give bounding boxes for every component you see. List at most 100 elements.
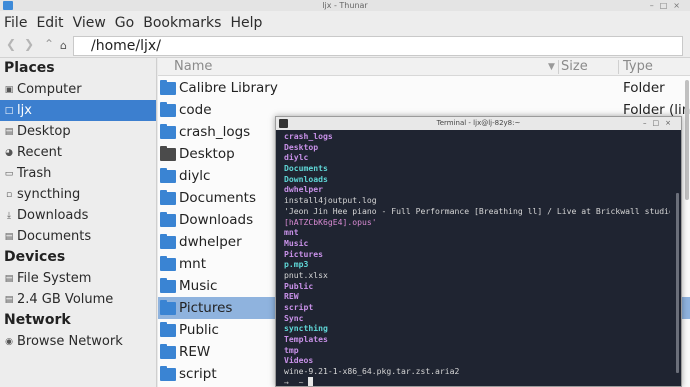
menu-file[interactable]: File — [4, 15, 27, 31]
drive-icon: ▤ — [4, 273, 14, 284]
column-separator — [558, 60, 559, 74]
file-name: Pictures — [179, 300, 233, 316]
file-name: Calibre Library — [179, 80, 278, 96]
file-name: mnt — [179, 256, 206, 272]
location-path-input[interactable]: /home/ljx/ — [73, 36, 683, 56]
terminal-line: pnut.xlsx — [284, 269, 328, 280]
desktop-folder-icon — [160, 145, 176, 161]
folder-icon — [160, 233, 176, 249]
sidebar-item-recent[interactable]: ◕ Recent — [0, 142, 156, 163]
menu-go[interactable]: Go — [115, 15, 134, 31]
music-folder-icon — [160, 277, 176, 293]
column-name-header[interactable]: Name — [174, 58, 212, 76]
home-icon[interactable]: ⌂ — [60, 39, 67, 52]
window-title: ljx - Thunar — [322, 1, 368, 10]
up-arrow-icon[interactable]: ⌃ — [44, 37, 54, 51]
sidebar-item-computer[interactable]: ▣ Computer — [0, 79, 156, 100]
terminal-line: Templates — [284, 334, 328, 345]
back-arrow-icon[interactable]: ❮ — [6, 37, 16, 51]
location-toolbar: ❮ ❯ ⌃ ⌂ /home/ljx/ — [0, 34, 690, 58]
sidebar-item-label: File System — [17, 271, 92, 286]
network-icon: ◉ — [5, 336, 13, 347]
home-icon: □ — [4, 105, 14, 116]
sidebar-group-network: Network — [4, 312, 71, 328]
terminal-line: mnt — [284, 227, 299, 238]
clock-icon: ◕ — [5, 147, 13, 158]
file-name: Documents — [179, 190, 256, 206]
column-size-header[interactable]: Size — [561, 58, 588, 76]
terminal-app-icon — [279, 119, 288, 128]
terminal-line: Desktop — [284, 141, 319, 152]
column-type-header[interactable]: Type — [623, 58, 653, 76]
sidebar-item-trash[interactable]: ▭ Trash — [0, 163, 156, 184]
folder-link-icon — [160, 211, 176, 227]
pictures-folder-icon — [160, 299, 176, 315]
sidebar-item-label: Trash — [17, 166, 52, 181]
window-titlebar: ljx - Thunar –□× — [0, 0, 690, 11]
drive-icon: ▤ — [4, 294, 14, 305]
terminal-output[interactable]: crash_logs Desktop diylc Documents Downloads… — [284, 131, 670, 387]
forward-arrow-icon[interactable]: ❯ — [24, 37, 34, 51]
terminal-line: Public — [284, 280, 314, 291]
terminal-line: install4joutput.log — [284, 195, 377, 206]
menu-bookmarks[interactable]: Bookmarks — [143, 15, 221, 31]
file-name: Public — [179, 322, 219, 338]
file-list-scrollbar[interactable] — [684, 76, 690, 387]
file-name: diylc — [179, 168, 211, 184]
desktop-icon: ▤ — [4, 126, 14, 137]
sidebar-item-downloads[interactable]: ⤓ Downloads — [0, 205, 156, 226]
terminal-prompt[interactable]: → ~ — [284, 376, 670, 387]
file-type: Folder — [623, 80, 665, 96]
text-cursor — [308, 376, 314, 386]
terminal-line: script — [284, 302, 314, 312]
terminal-scrollbar-thumb[interactable] — [676, 193, 679, 373]
sort-arrow-icon: ▼ — [548, 62, 555, 72]
sidebar-item-desktop[interactable]: ▤ Desktop — [0, 121, 156, 142]
window-controls[interactable]: –□× — [650, 0, 686, 11]
sidebar-item-ljx[interactable]: □ ljx — [0, 100, 156, 121]
sidebar-group-devices: Devices — [4, 249, 66, 265]
menu-view[interactable]: View — [73, 15, 106, 31]
terminal-line: diylc — [284, 152, 309, 163]
column-separator — [618, 60, 619, 74]
terminal-window[interactable]: Terminal - ljx@lj-82y8:~ –□× crash_logs D… — [275, 116, 682, 387]
sidebar-item-label: ljx — [17, 103, 32, 118]
terminal-window-controls[interactable]: –□× — [643, 117, 677, 130]
terminal-line: Sync — [284, 312, 304, 323]
menu-edit[interactable]: Edit — [36, 15, 63, 31]
scrollbar-thumb[interactable] — [685, 80, 689, 200]
download-icon: ⤓ — [7, 210, 11, 221]
file-name: REW — [179, 344, 211, 360]
sidebar-item-file-system[interactable]: ▤ File System — [0, 268, 156, 289]
terminal-line: REW — [284, 291, 299, 302]
folder-icon — [160, 365, 176, 381]
terminal-line: Documents — [284, 163, 328, 174]
sidebar-item-volume[interactable]: ▤ 2.4 GB Volume — [0, 289, 156, 310]
folder-icon — [160, 167, 176, 183]
sidebar-group-places: Places — [4, 60, 55, 76]
sidebar-item-label: Downloads — [17, 208, 89, 223]
sidebar-item-label: Recent — [17, 145, 62, 160]
sidebar-item-browse-network[interactable]: ◉ Browse Network — [0, 331, 156, 352]
terminal-line: wine-9.21-1-x86_64.pkg.tar.zst.aria2 — [284, 366, 460, 377]
computer-icon: ▣ — [4, 84, 14, 95]
document-icon: ▤ — [4, 231, 14, 242]
folder-link-icon — [160, 189, 176, 205]
sidebar-item-label: 2.4 GB Volume — [17, 292, 114, 307]
sidebar: Places ▣ Computer □ ljx ▤ Desktop ◕ Recent ▭… — [0, 58, 157, 387]
terminal-line: Downloads — [284, 173, 328, 184]
terminal-scrollbar[interactable] — [676, 133, 679, 383]
file-name: Downloads — [179, 212, 254, 228]
menu-help[interactable]: Help — [230, 15, 262, 31]
file-row[interactable]: Calibre Library Folder — [158, 77, 690, 99]
public-folder-icon — [160, 321, 176, 337]
sidebar-item-documents[interactable]: ▤ Documents — [0, 226, 156, 247]
terminal-line: syncthing — [284, 323, 328, 334]
folder-icon — [160, 255, 176, 271]
file-name: crash_logs — [179, 124, 251, 140]
sidebar-item-syncthing[interactable]: ▫ syncthing — [0, 184, 156, 205]
terminal-line: Pictures — [284, 248, 323, 259]
file-name: dwhelper — [179, 234, 242, 250]
terminal-title: Terminal - ljx@lj-82y8:~ — [436, 119, 521, 127]
folder-link-icon — [160, 101, 176, 117]
